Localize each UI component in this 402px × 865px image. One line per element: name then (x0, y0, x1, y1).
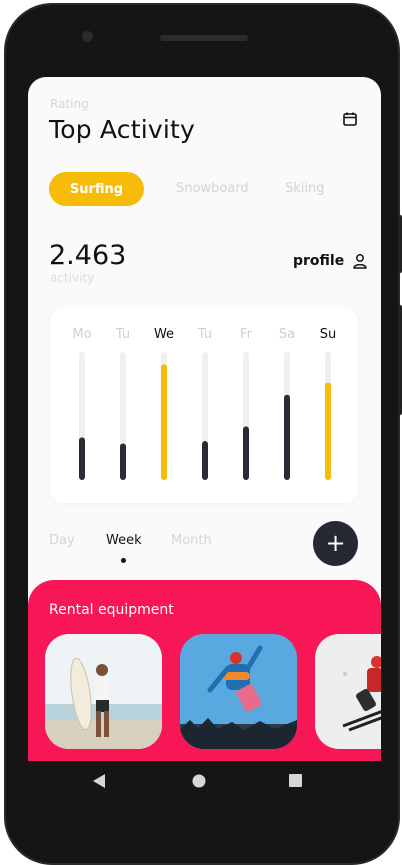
tab-surfing[interactable]: Surfing (49, 172, 144, 206)
period-day[interactable]: Day (49, 533, 75, 548)
back-icon[interactable] (92, 773, 106, 789)
rental-equipment-section: Rental equipment (28, 580, 381, 761)
profile-button[interactable]: profile (293, 253, 368, 269)
chart-day-label: Sa (279, 327, 295, 342)
chart-day-label: Mo (72, 327, 91, 342)
chart-day-label: Su (320, 327, 337, 342)
chart-day-label: We (154, 327, 174, 342)
rental-card-skis[interactable] (315, 634, 381, 749)
volume-button (398, 215, 402, 273)
weekly-activity-chart: Mo Tu We Tu Fr Sa Su (72, 327, 337, 480)
rental-title: Rental equipment (49, 602, 174, 618)
rental-card-snowboard[interactable] (180, 634, 297, 749)
rental-card-surfboard[interactable] (45, 634, 162, 749)
tab-snowboard[interactable]: Snowboard (176, 181, 249, 196)
front-camera (82, 31, 93, 42)
chart-day-label: Tu (115, 327, 130, 342)
skier-photo (315, 634, 381, 749)
calendar-icon[interactable] (342, 111, 358, 127)
active-period-indicator (121, 558, 126, 563)
chart-day-label: Fr (240, 327, 253, 342)
period-month[interactable]: Month (171, 533, 212, 548)
tab-skiing[interactable]: Skiing (285, 181, 325, 196)
snowboarder-photo (180, 634, 297, 749)
page-title: Top Activity (49, 115, 196, 144)
period-week[interactable]: Week (106, 533, 142, 548)
page-subtitle: Rating (50, 97, 89, 111)
recents-icon[interactable] (289, 774, 302, 787)
earpiece-speaker (160, 35, 248, 41)
activity-label: activity (50, 271, 95, 285)
home-icon[interactable] (192, 774, 206, 788)
profile-label: profile (293, 253, 345, 269)
user-icon (353, 254, 367, 269)
app-screen: Rating Top Activity Surfing Snowboard Sk… (28, 77, 381, 761)
power-button (398, 305, 402, 415)
activity-chart-card: Mo Tu We Tu Fr Sa Su (50, 307, 358, 503)
system-navigation-bar (6, 761, 398, 809)
add-button[interactable]: + (313, 521, 358, 566)
phone-frame: Rating Top Activity Surfing Snowboard Sk… (4, 3, 402, 865)
chart-day-label: Tu (197, 327, 212, 342)
activity-count: 2.463 (49, 240, 127, 271)
surfer-photo (45, 634, 162, 749)
